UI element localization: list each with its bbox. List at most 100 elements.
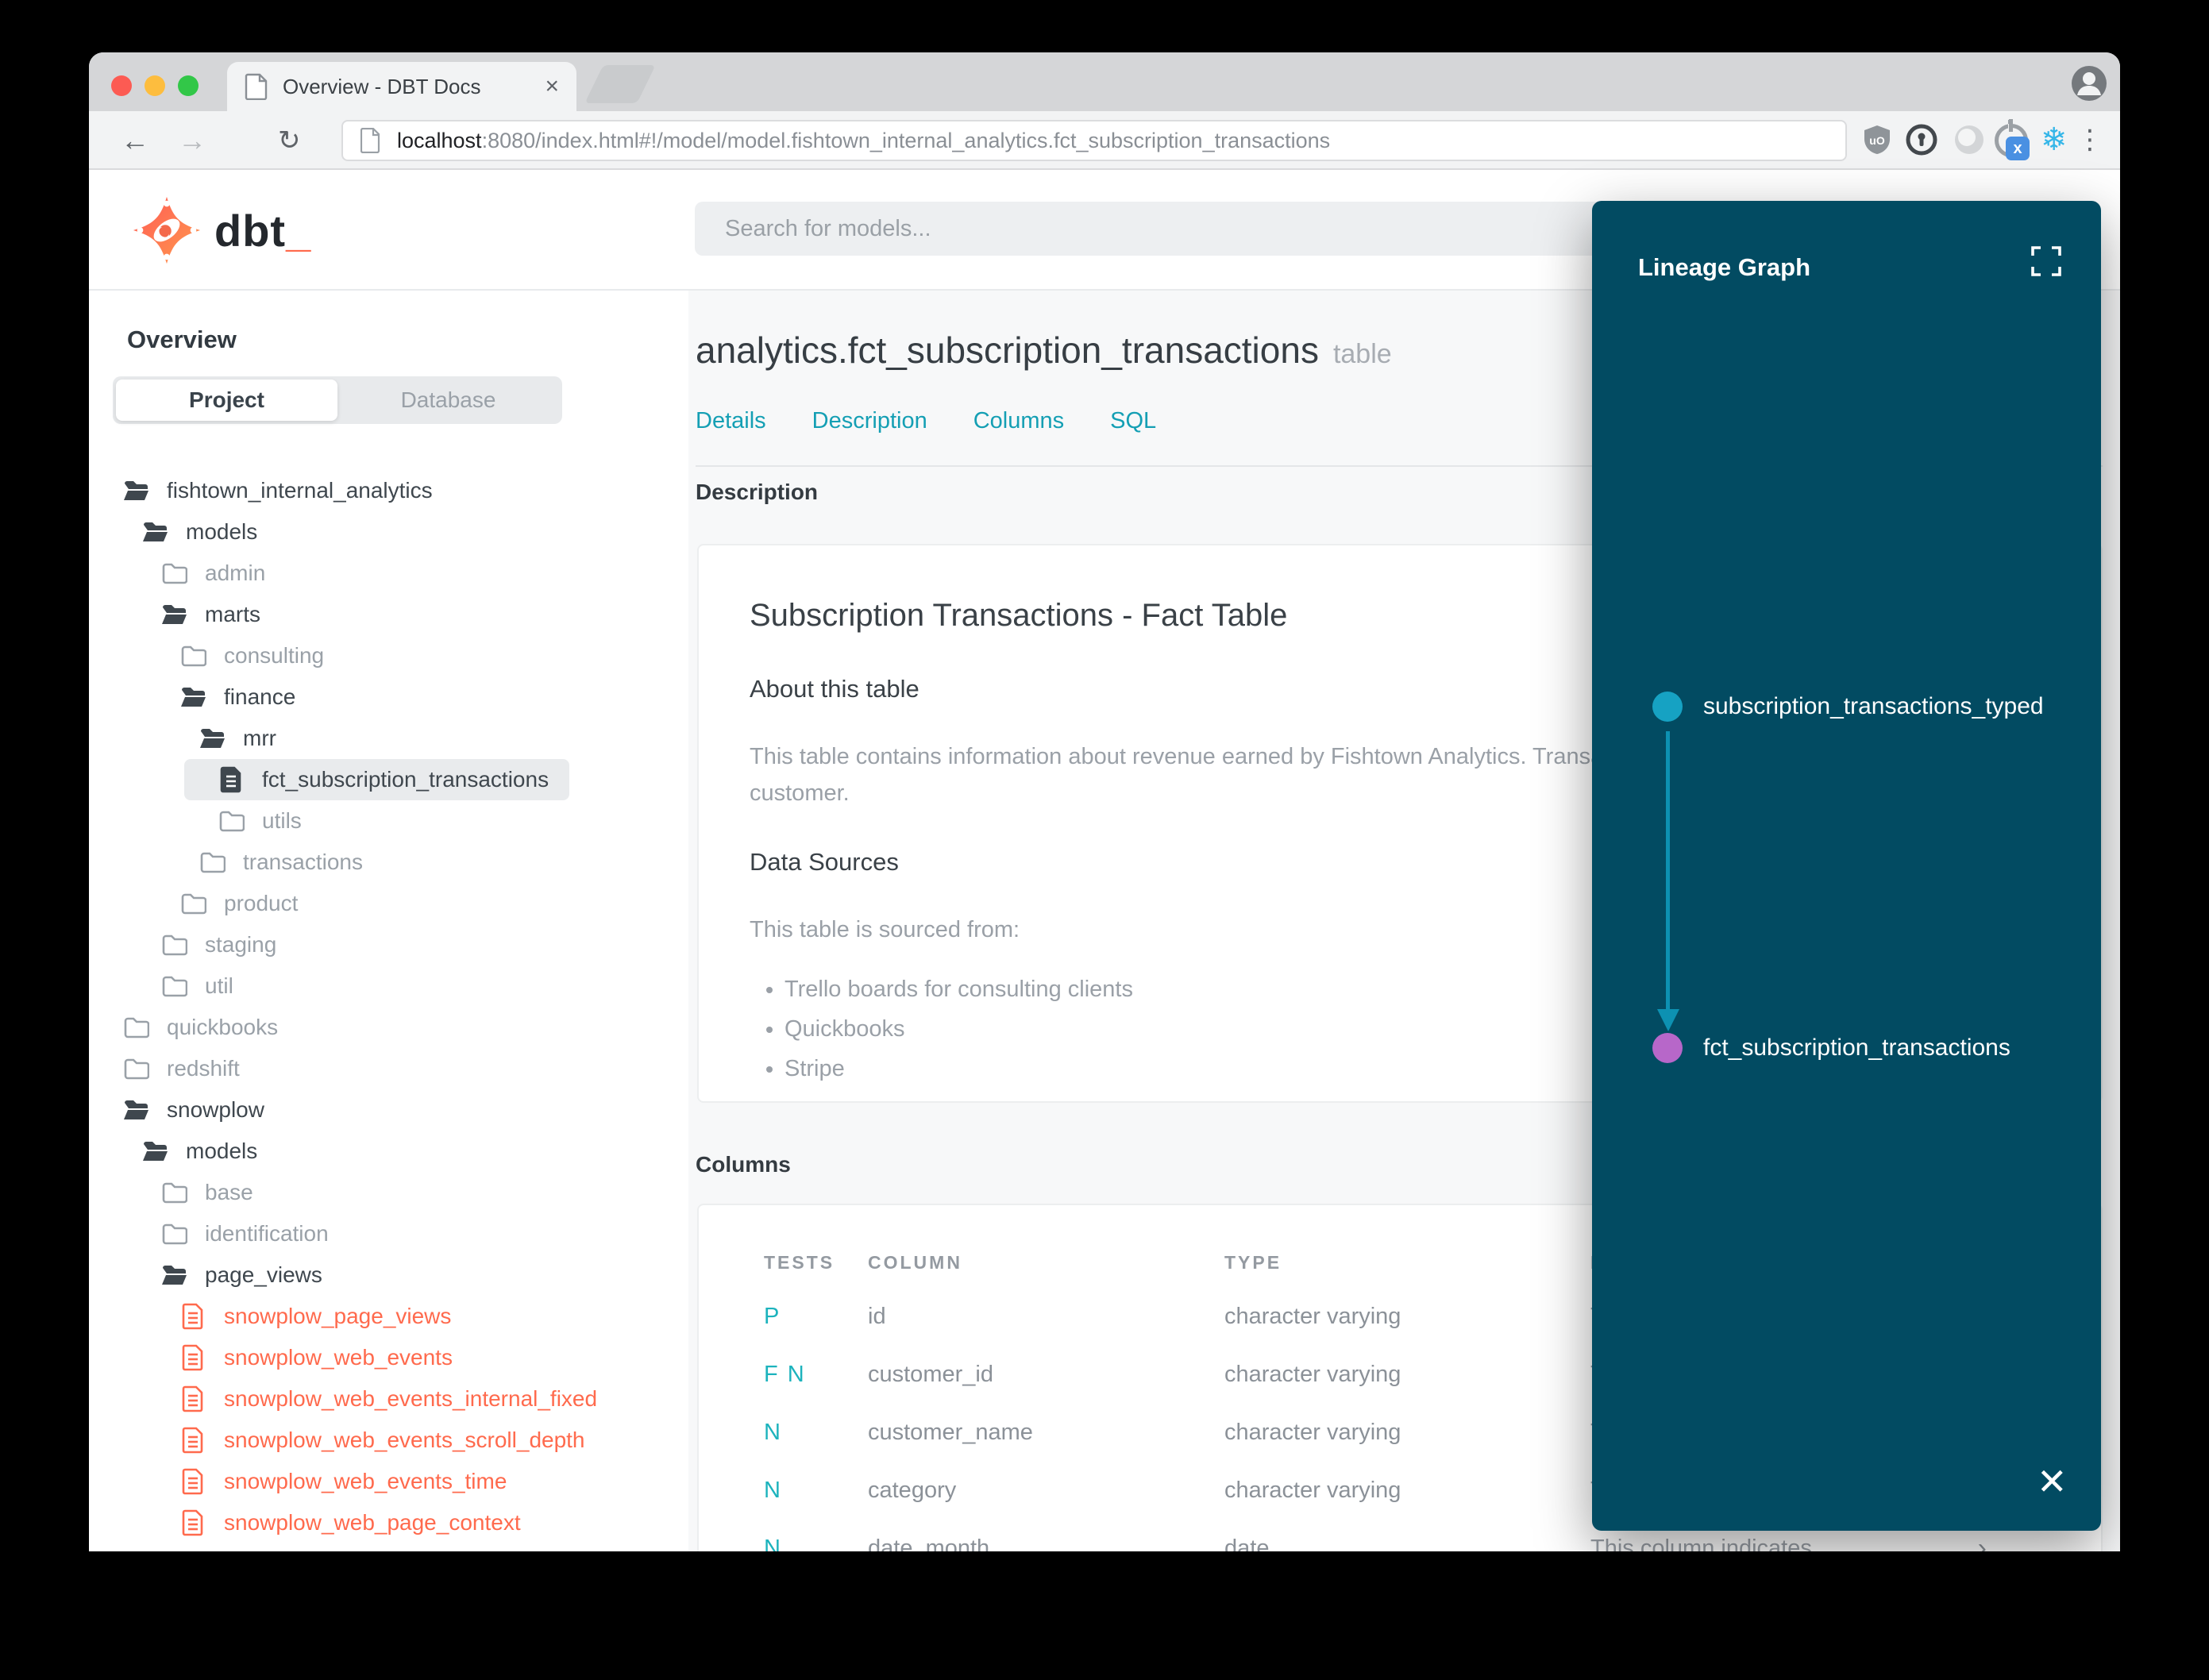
- tree-item[interactable]: util: [89, 965, 688, 1007]
- maximize-window-button[interactable]: [178, 75, 199, 96]
- tab-project[interactable]: Project: [116, 380, 337, 421]
- tree-item[interactable]: quickbooks: [89, 1007, 688, 1048]
- row-expand-chevron-icon[interactable]: ›: [1978, 1533, 1987, 1551]
- tree-item[interactable]: consulting: [89, 635, 688, 676]
- dbt-wordmark: dbt_: [214, 206, 312, 256]
- folder-open-icon: [143, 522, 168, 541]
- model-file-icon: [220, 766, 241, 793]
- tests-cell: N: [764, 1478, 782, 1503]
- tree-item[interactable]: fishtown_internal_analytics: [89, 470, 688, 511]
- model-nav-link[interactable]: SQL: [1110, 408, 1156, 434]
- tree-item-label: snowplow_page_views: [224, 1304, 452, 1328]
- column-header: COLUMN: [868, 1251, 962, 1273]
- reload-button[interactable]: ↻: [278, 111, 301, 170]
- onepassword-extension-icon[interactable]: [1906, 124, 1937, 156]
- fullscreen-icon[interactable]: [2030, 245, 2062, 281]
- page-favicon-icon: [245, 73, 268, 100]
- tree-item[interactable]: transactions: [89, 842, 688, 883]
- tree-item[interactable]: snowplow_web_page_context: [89, 1502, 688, 1543]
- tests-cell: F N: [764, 1362, 806, 1387]
- grey-extension-icon[interactable]: [1953, 124, 1985, 156]
- model-file-icon: [182, 1427, 203, 1454]
- tree-item[interactable]: marts: [89, 594, 688, 635]
- model-file-icon: [182, 1303, 203, 1330]
- folder-closed-icon: [162, 1182, 187, 1204]
- tests-cell: N: [764, 1420, 782, 1445]
- tab-close-icon[interactable]: ×: [545, 75, 559, 98]
- column-name-cell: date_month: [868, 1536, 990, 1551]
- model-nav-link[interactable]: Columns: [973, 408, 1064, 434]
- back-button[interactable]: ←: [121, 111, 149, 170]
- column-header: TESTS: [764, 1251, 835, 1273]
- lineage-node-upstream[interactable]: subscription_transactions_typed: [1652, 692, 2044, 722]
- model-nav-link[interactable]: Description: [812, 408, 927, 434]
- tab-title: Overview - DBT Docs: [283, 74, 481, 98]
- tree-item[interactable]: snowplow_web_events_time: [89, 1461, 688, 1502]
- tree-item[interactable]: redshift: [89, 1048, 688, 1089]
- tree-item[interactable]: admin: [89, 553, 688, 594]
- snowflake-extension-icon[interactable]: ❄: [2041, 124, 2072, 156]
- column-type-cell: character varying: [1224, 1362, 1401, 1387]
- model-file-icon: [182, 1385, 203, 1412]
- browser-menu-icon[interactable]: ⋮: [2074, 124, 2106, 156]
- tree-item[interactable]: finance: [89, 676, 688, 718]
- tree-item[interactable]: models: [89, 1131, 688, 1172]
- tree-item-label: fishtown_internal_analytics: [167, 478, 433, 503]
- browser-tab[interactable]: Overview - DBT Docs ×: [227, 62, 576, 111]
- node-label: fct_subscription_transactions: [1703, 1035, 2010, 1061]
- browser-profile-avatar[interactable]: [2071, 65, 2107, 102]
- tree-item[interactable]: snowplow_page_views: [89, 1296, 688, 1337]
- folder-closed-icon: [124, 1017, 149, 1038]
- tests-cell: P: [764, 1304, 781, 1329]
- minimize-window-button[interactable]: [145, 75, 165, 96]
- tree-item-label: utils: [262, 808, 302, 833]
- tree-item[interactable]: fct_subscription_transactions: [89, 759, 688, 800]
- tree-item-label: marts: [205, 602, 260, 626]
- tests-cell: N: [764, 1536, 782, 1551]
- folder-open-icon: [162, 605, 187, 624]
- tree-item[interactable]: models: [89, 511, 688, 553]
- folder-open-icon: [162, 1266, 187, 1285]
- lineage-node-current[interactable]: fct_subscription_transactions: [1652, 1033, 2010, 1063]
- sidebar: Overview Project Database fishtown_inter…: [89, 291, 688, 1551]
- tree-item[interactable]: snowplow_web_events: [89, 1337, 688, 1378]
- tree-item[interactable]: utils: [89, 800, 688, 842]
- tree-item[interactable]: staging: [89, 924, 688, 965]
- tree-item[interactable]: product: [89, 883, 688, 924]
- tree-item[interactable]: page_views: [89, 1254, 688, 1296]
- folder-open-icon: [124, 1100, 148, 1119]
- tree-item-label: models: [186, 1139, 258, 1163]
- address-bar[interactable]: localhost:8080/index.html#!/model/model.…: [341, 120, 1847, 161]
- folder-open-icon: [124, 481, 148, 500]
- model-nav-link[interactable]: Details: [696, 408, 766, 434]
- column-type-cell: character varying: [1224, 1478, 1401, 1503]
- tree-item[interactable]: snowplow_web_events_scroll_depth: [89, 1420, 688, 1461]
- model-nav: Details Description Columns SQL: [696, 408, 1156, 434]
- tab-database[interactable]: Database: [337, 380, 559, 421]
- new-tab-button[interactable]: [584, 65, 656, 103]
- tree-item-label: snowplow_web_events_scroll_depth: [224, 1428, 585, 1452]
- folder-closed-icon: [162, 976, 187, 997]
- close-window-button[interactable]: [111, 75, 132, 96]
- tree-item[interactable]: base: [89, 1172, 688, 1213]
- power-extension-icon[interactable]: x: [1995, 119, 2030, 160]
- overview-link[interactable]: Overview: [127, 326, 237, 354]
- browser-window: Overview - DBT Docs × ← → ↻ localhost:80…: [89, 52, 2120, 1551]
- extension-badge: x: [2006, 137, 2030, 160]
- forward-button[interactable]: →: [178, 111, 206, 170]
- tab-strip: Overview - DBT Docs ×: [89, 52, 2120, 111]
- lineage-edge-arrowhead: [1657, 1009, 1679, 1031]
- tree-item[interactable]: identification: [89, 1213, 688, 1254]
- close-lineage-icon[interactable]: ✕: [2037, 1463, 2068, 1500]
- resource-type-badge: table: [1332, 339, 1392, 369]
- column-description-cell: This column indicates ...: [1590, 1536, 1838, 1551]
- column-type-cell: character varying: [1224, 1420, 1401, 1445]
- tree-item[interactable]: mrr: [89, 718, 688, 759]
- ublock-extension-icon[interactable]: uO: [1861, 124, 1893, 156]
- tree-item-label: page_views: [205, 1262, 322, 1287]
- dbt-logo[interactable]: [130, 195, 203, 269]
- folder-closed-icon: [200, 852, 226, 873]
- tree-item[interactable]: snowplow: [89, 1089, 688, 1131]
- tree-item-label: fct_subscription_transactions: [262, 767, 549, 792]
- tree-item[interactable]: snowplow_web_events_internal_fixed: [89, 1378, 688, 1420]
